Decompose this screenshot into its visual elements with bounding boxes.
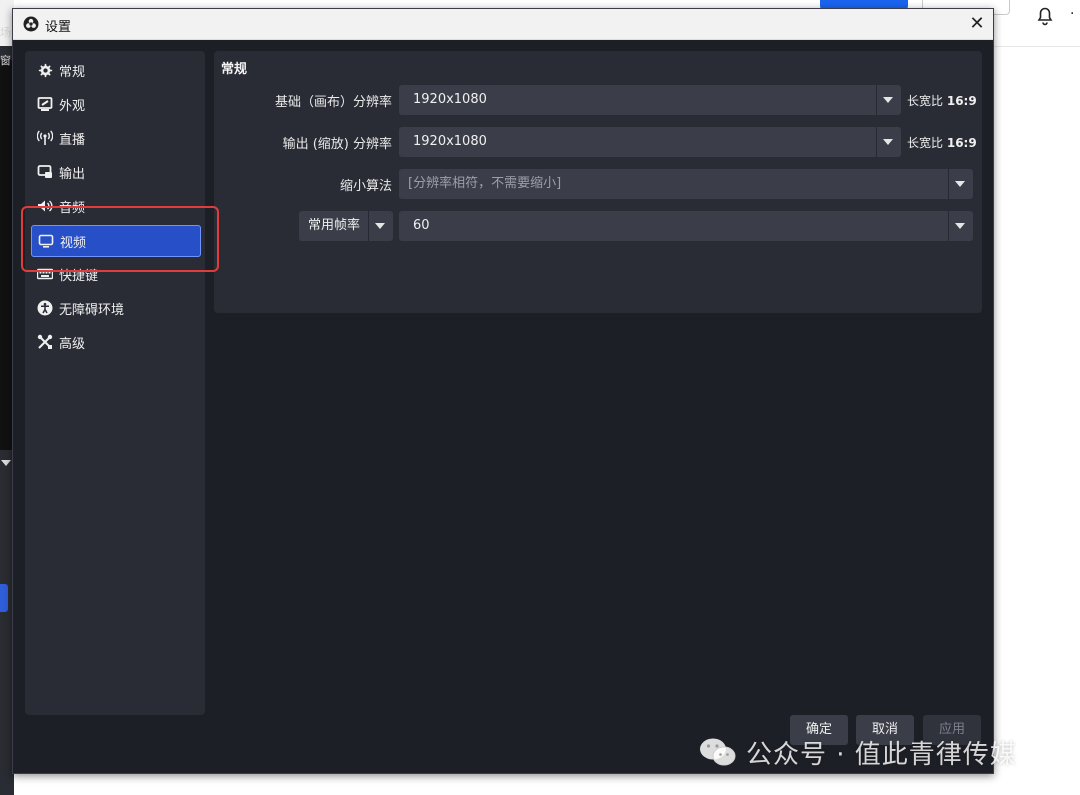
ok-button[interactable]: 确定 xyxy=(790,715,848,745)
base-aspect-ratio: 长宽比 16:9 xyxy=(907,92,977,109)
sidebar-item-audio[interactable]: 音频 xyxy=(31,191,199,221)
cancel-button[interactable]: 取消 xyxy=(856,715,914,745)
chevron-down-icon xyxy=(955,181,965,187)
video-settings-panel: 常规 基础（画布）分辨率 1920x1080 长宽比 16:9 输出 (缩放) … xyxy=(214,51,982,313)
broadcast-icon xyxy=(37,130,53,146)
sidebar-item-label: 快捷键 xyxy=(59,268,99,284)
sidebar-item-accessibility[interactable]: 无障碍环境 xyxy=(31,293,199,323)
aspect-label: 长宽比 xyxy=(907,136,944,150)
sidebar-item-appearance[interactable]: 外观 xyxy=(31,89,199,119)
settings-dialog: 设置 ✕ 常规 外观 直播 输出 音频 视频 快捷键 无障碍环境 高级 常规 基… xyxy=(12,8,994,774)
gear-icon xyxy=(37,62,53,78)
sidebar-item-label: 音频 xyxy=(59,200,86,216)
tools-icon xyxy=(37,334,53,350)
chevron-down-icon xyxy=(955,223,965,229)
chevron-down-icon xyxy=(883,139,893,145)
aspect-label: 长宽比 xyxy=(907,94,944,108)
fps-type-combo[interactable]: 常用帧率 xyxy=(299,211,393,241)
downscale-filter-label: 缩小算法 xyxy=(339,179,392,194)
monitor-icon xyxy=(38,233,54,249)
output-resolution-combo[interactable]: 1920x1080 xyxy=(399,127,901,157)
section-title: 常规 xyxy=(221,62,248,77)
base-resolution-label: 基础（画布）分辨率 xyxy=(274,95,392,110)
appearance-icon xyxy=(37,96,53,112)
background-label: 窗 xyxy=(0,54,11,67)
aspect-value: 16:9 xyxy=(946,136,977,150)
sidebar-item-output[interactable]: 输出 xyxy=(31,157,199,187)
fps-type-value: 常用帧率 xyxy=(308,218,361,233)
sidebar-item-label: 无障碍环境 xyxy=(59,302,125,318)
chevron-down-icon xyxy=(375,223,385,229)
accessibility-icon xyxy=(37,300,53,316)
apply-button[interactable]: 应用 xyxy=(923,715,981,745)
dialog-titlebar: 设置 ✕ xyxy=(13,9,993,40)
fps-value-combo[interactable]: 60 xyxy=(399,211,973,241)
sidebar-item-advanced[interactable]: 高级 xyxy=(31,327,199,357)
sidebar-item-label: 高级 xyxy=(59,336,86,352)
output-resolution-label: 输出 (缩放) 分辨率 xyxy=(282,137,392,152)
downscale-filter-combo[interactable]: [分辨率相符，不需要缩小] xyxy=(399,169,973,199)
obs-logo-icon xyxy=(23,16,39,32)
base-resolution-combo[interactable]: 1920x1080 xyxy=(399,85,901,115)
aspect-value: 16:9 xyxy=(946,94,977,108)
output-resolution-value: 1920x1080 xyxy=(413,134,487,149)
speaker-icon xyxy=(37,198,53,214)
bell-icon[interactable] xyxy=(1034,4,1056,26)
sidebar-item-hotkeys[interactable]: 快捷键 xyxy=(31,259,199,289)
keyboard-icon xyxy=(37,266,53,282)
chevron-down-icon xyxy=(883,97,893,103)
downscale-filter-value: [分辨率相符，不需要缩小] xyxy=(408,176,562,191)
sidebar-item-video[interactable]: 视频 xyxy=(31,225,201,257)
background-label: 场 xyxy=(0,26,11,39)
sidebar-item-label: 常规 xyxy=(59,64,86,80)
base-resolution-value: 1920x1080 xyxy=(413,92,487,107)
dialog-title: 设置 xyxy=(45,20,72,35)
sidebar-item-label: 输出 xyxy=(59,166,86,182)
sidebar-item-label: 外观 xyxy=(59,98,86,114)
more-icon[interactable]: · xyxy=(1070,6,1074,22)
background-dropdown-icon xyxy=(1,460,11,466)
sidebar-item-general[interactable]: 常规 xyxy=(31,55,199,85)
sidebar-item-label: 视频 xyxy=(60,235,87,251)
settings-sidebar: 常规 外观 直播 输出 音频 视频 快捷键 无障碍环境 高级 xyxy=(25,51,205,715)
output-icon xyxy=(37,164,53,180)
output-aspect-ratio: 长宽比 16:9 xyxy=(907,134,977,151)
fps-value: 60 xyxy=(413,218,430,233)
sidebar-item-stream[interactable]: 直播 xyxy=(31,123,199,153)
background-selected-item xyxy=(0,584,8,612)
sidebar-item-label: 直播 xyxy=(59,132,86,148)
background-preview xyxy=(0,60,12,450)
close-button[interactable]: ✕ xyxy=(965,12,989,36)
